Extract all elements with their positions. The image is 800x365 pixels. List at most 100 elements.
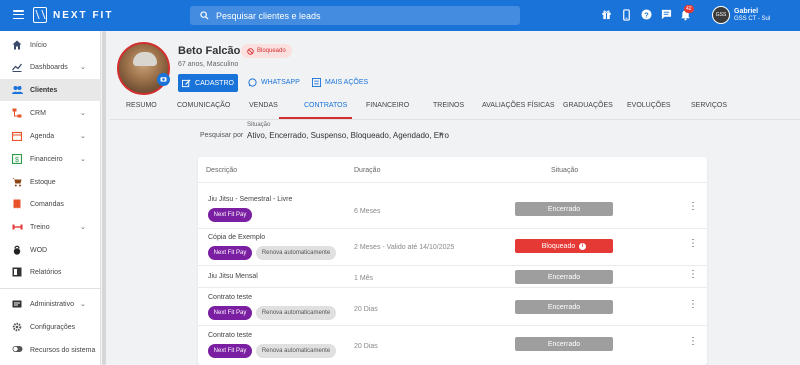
tab-bar: RESUMO COMUNICAÇÃO VENDAS CONTRATOS FINA… [110, 102, 800, 119]
status-badge-label: Bloqueado [257, 48, 286, 54]
filter-label: Pesquisar por [200, 132, 244, 139]
people-icon [12, 85, 23, 95]
dropdown-arrow-icon[interactable]: ▼ [438, 132, 444, 138]
sidebar-item-crm[interactable]: CRM ⌄ [0, 102, 101, 124]
cadastro-button-label: CADASTRO [195, 79, 234, 87]
camera-icon[interactable] [157, 73, 170, 86]
contract-title: Cópia de Exemplo [208, 234, 266, 241]
sidebar-item-label: WOD [30, 246, 48, 254]
logo-text: NEXT FIT [53, 9, 114, 21]
next-fit-pay-chip: Next Fit Pay [208, 246, 252, 260]
svg-text:$: $ [15, 157, 19, 164]
more-actions-label: MAIS AÇÕES [325, 79, 369, 86]
more-options-icon[interactable]: ⋮ [688, 337, 698, 347]
tab-evolucoes[interactable]: EVOLUÇÕES [627, 102, 671, 109]
tab-treinos[interactable]: TREINOS [433, 102, 464, 109]
filter-field-label: Situação [247, 122, 271, 128]
search-input[interactable] [216, 10, 496, 21]
sidebar-item-financeiro[interactable]: $ Financeiro ⌄ [0, 148, 101, 170]
auto-renew-chip: Renova automaticamente [256, 246, 336, 260]
crm-icon [12, 108, 22, 118]
status-label: Encerrado [547, 340, 581, 348]
money-icon: $ [11, 153, 23, 165]
contract-title: Contrato teste [208, 294, 252, 301]
row-divider [198, 287, 707, 288]
status-badge: Encerrado [515, 337, 613, 351]
scrollbar-thumb[interactable] [102, 31, 106, 365]
sidebar-item-wod[interactable]: WOD [0, 239, 101, 261]
contract-title: Contrato teste [208, 332, 252, 339]
status-label: Bloqueado [541, 242, 576, 250]
sidebar-item-dashboards[interactable]: Dashboards ⌄ [0, 56, 101, 78]
contract-title: Jiu Jitsu - Semestral - Livre [208, 196, 293, 203]
whatsapp-icon [248, 78, 257, 87]
sidebar-item-configuracoes[interactable]: Configurações [0, 316, 101, 338]
tab-graduacoes[interactable]: GRADUAÇÕES [563, 102, 613, 109]
tab-contratos[interactable]: CONTRATOS [304, 102, 347, 109]
status-label: Encerrado [547, 205, 581, 213]
status-label: Encerrado [547, 273, 581, 281]
toggle-icon [12, 345, 23, 355]
report-icon [12, 267, 22, 277]
sidebar-item-label: Recursos do sistema [30, 346, 96, 354]
more-options-icon[interactable]: ⋮ [688, 300, 698, 310]
sidebar-item-label: Estoque [30, 178, 56, 186]
more-options-icon[interactable]: ⋮ [688, 202, 698, 212]
sidebar-item-label: Financeiro [30, 155, 63, 163]
sidebar: Início Dashboards ⌄ Clientes CRM ⌄ Agend… [0, 31, 101, 365]
status-badge: Encerrado [515, 202, 613, 216]
receipt-icon [12, 199, 22, 209]
contracts-card [198, 157, 707, 365]
contract-title: Jiu Jitsu Mensal [208, 273, 258, 280]
notification-badge: 42 [684, 5, 694, 13]
sidebar-item-inicio[interactable]: Início [0, 34, 101, 56]
sidebar-scrollbar[interactable] [101, 31, 106, 365]
more-options-icon[interactable]: ⋮ [688, 239, 698, 249]
filter-select-value[interactable]: Ativo, Encerrado, Suspenso, Bloqueado, A… [247, 131, 449, 140]
sidebar-item-clientes[interactable]: Clientes [0, 79, 101, 101]
info-icon[interactable]: i [579, 242, 587, 250]
more-options-icon[interactable]: ⋮ [688, 270, 698, 280]
contract-duration: 6 Meses [354, 208, 381, 215]
menu-icon[interactable] [13, 10, 24, 19]
column-header-duracao: Duração [354, 167, 381, 174]
user-unit: GSS CT - Sul [734, 15, 771, 22]
contract-duration: 20 Dias [354, 343, 378, 350]
tab-comunicacao[interactable]: COMUNICAÇÃO [177, 102, 230, 109]
sidebar-item-estoque[interactable]: Estoque [0, 171, 101, 193]
chat-icon[interactable] [660, 9, 672, 21]
next-fit-pay-chip: Next Fit Pay [208, 344, 252, 358]
status-badge: Bloqueado i [515, 239, 613, 253]
whatsapp-button[interactable]: WHATSAPP [248, 78, 300, 87]
column-header-situacao: Situação [551, 167, 579, 174]
sidebar-item-relatorios[interactable]: Relatórios [0, 261, 101, 283]
sidebar-item-label: Administrativo [30, 300, 74, 308]
sidebar-item-treino[interactable]: Treino ⌄ [0, 216, 101, 238]
user-menu[interactable]: GSS Gabriel GSS CT - Sul [712, 6, 770, 24]
gift-icon[interactable] [600, 9, 612, 21]
tab-resumo[interactable]: RESUMO [126, 102, 157, 109]
user-avatar: GSS [712, 6, 730, 24]
tab-servicos[interactable]: SERVIÇOS [691, 102, 727, 109]
sidebar-item-comandas[interactable]: Comandas [0, 193, 101, 215]
search-icon [200, 11, 209, 20]
sidebar-item-administrativo[interactable]: Administrativo ⌄ [0, 293, 101, 315]
more-actions-button[interactable]: MAIS AÇÕES [312, 78, 368, 87]
column-header-descricao: Descrição [206, 167, 238, 174]
sidebar-item-label: Comandas [30, 200, 64, 208]
mobile-icon[interactable] [620, 9, 632, 21]
user-name: Gabriel [734, 7, 759, 15]
search-bar[interactable] [190, 6, 520, 25]
chevron-down-icon: ⌄ [80, 133, 86, 140]
tab-vendas[interactable]: VENDAS [249, 102, 278, 109]
tab-avaliacoes[interactable]: AVALIAÇÕES FÍSICAS [482, 102, 555, 109]
logo[interactable]: NEXT FIT [33, 7, 113, 23]
chart-icon [12, 62, 23, 72]
edit-icon [182, 78, 191, 87]
sidebar-item-recursos[interactable]: Recursos do sistema [0, 339, 101, 361]
cadastro-button[interactable]: CADASTRO [178, 74, 238, 92]
row-divider [198, 228, 707, 229]
tab-financeiro[interactable]: FINANCEIRO [366, 102, 409, 109]
help-icon[interactable]: ? [640, 9, 652, 21]
sidebar-item-agenda[interactable]: Agenda ⌄ [0, 125, 101, 147]
